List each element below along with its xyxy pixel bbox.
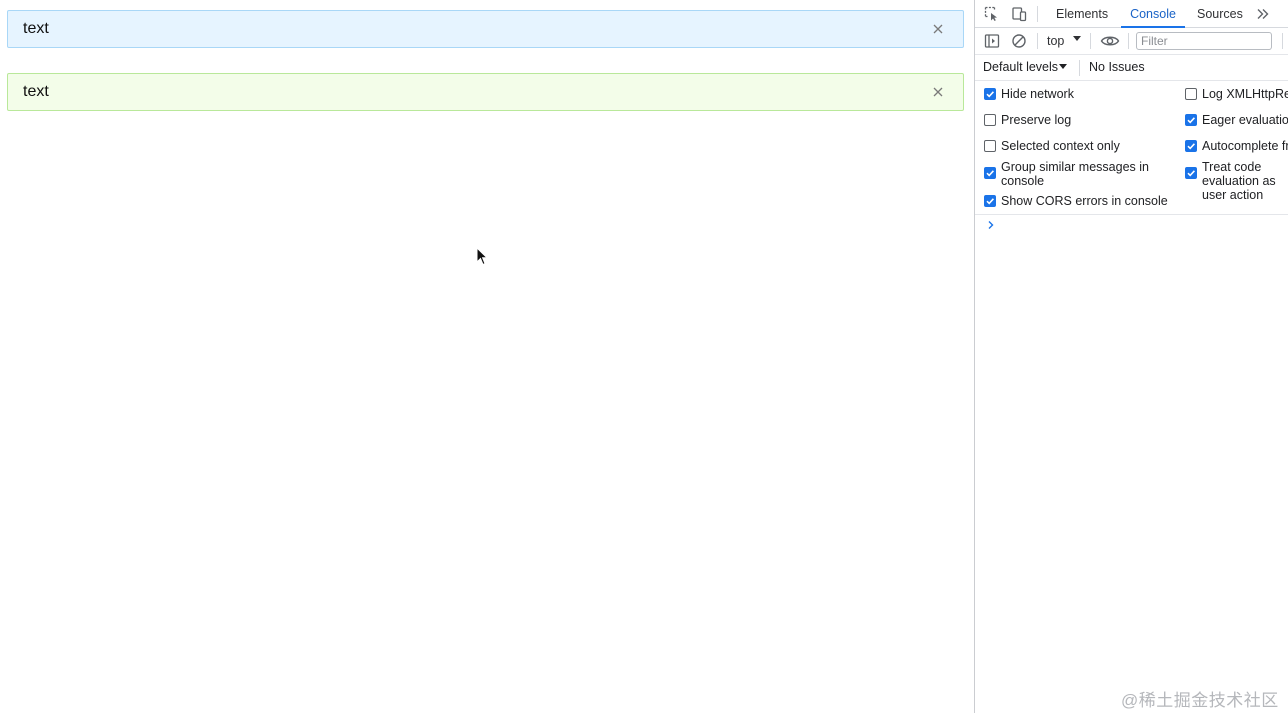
checkbox-checked[interactable] [1185, 114, 1197, 126]
success-alert: text [7, 73, 964, 111]
checkbox-checked[interactable] [1185, 167, 1197, 179]
console-prompt-icon[interactable] [986, 218, 996, 232]
issues-counter[interactable]: No Issues [1089, 60, 1145, 74]
setting-label: Group similar messages in console [1001, 160, 1149, 188]
toolbar-separator [1079, 60, 1080, 76]
setting-label: Hide network [1001, 87, 1074, 101]
tab-separator [1037, 6, 1038, 22]
alert-text: text [23, 83, 49, 100]
checkbox-unchecked[interactable] [984, 140, 996, 152]
checkbox-checked[interactable] [984, 195, 996, 207]
alert-text: text [23, 20, 49, 37]
clear-console-icon[interactable] [1011, 33, 1027, 49]
more-tabs-icon[interactable] [1255, 6, 1271, 22]
console-toolbar: top [975, 28, 1288, 55]
setting-label: Log XMLHttpRequests [1202, 87, 1288, 101]
checkbox-checked[interactable] [1185, 140, 1197, 152]
filter-input[interactable] [1136, 32, 1272, 50]
toolbar-separator [1037, 33, 1038, 49]
live-expression-icon[interactable] [1100, 33, 1120, 49]
setting-label: Eager evaluation [1202, 113, 1288, 127]
devtools-panel: Elements Console Sources top Filter Defa… [974, 0, 1288, 713]
mouse-cursor-icon [476, 246, 489, 266]
page: text text Elements Console Sources top F… [0, 0, 1288, 713]
devtools-tabbar: Elements Console Sources [975, 0, 1288, 28]
checkbox-unchecked[interactable] [1185, 88, 1197, 100]
chevron-down-icon[interactable] [1073, 36, 1081, 41]
checkbox-checked[interactable] [984, 167, 996, 179]
tab-console[interactable]: Console [1121, 0, 1185, 28]
info-alert: text [7, 10, 964, 48]
toolbar-separator [1090, 33, 1091, 49]
device-toolbar-icon[interactable] [1011, 6, 1027, 22]
inspect-element-icon[interactable] [984, 6, 1000, 22]
checkbox-unchecked[interactable] [984, 114, 996, 126]
setting-label: Selected context only [1001, 139, 1120, 153]
app-viewport: text text [0, 0, 974, 713]
tab-elements[interactable]: Elements [1056, 0, 1108, 27]
log-levels-dropdown[interactable]: Default levels [983, 60, 1058, 74]
context-selector[interactable]: top [1047, 32, 1064, 50]
checkbox-checked[interactable] [984, 88, 996, 100]
setting-label: Treat code evaluation as user action [1202, 160, 1276, 202]
setting-label: Autocomplete from history [1202, 139, 1288, 153]
chevron-down-icon[interactable] [1059, 64, 1067, 69]
toolbar-separator [1128, 33, 1129, 49]
tab-sources[interactable]: Sources [1197, 0, 1243, 27]
console-levels-bar: Default levels No Issues [975, 55, 1288, 81]
console-sidebar-icon[interactable] [984, 33, 1000, 49]
console-settings-pane: Hide network Preserve log Selected conte… [975, 81, 1288, 215]
toolbar-separator [1282, 33, 1283, 49]
close-icon[interactable] [931, 85, 945, 99]
setting-label: Preserve log [1001, 113, 1072, 127]
close-icon[interactable] [931, 22, 945, 36]
watermark-text: @稀土掘金技术社区 [1121, 691, 1279, 710]
setting-label: Show CORS errors in console [1001, 194, 1168, 208]
